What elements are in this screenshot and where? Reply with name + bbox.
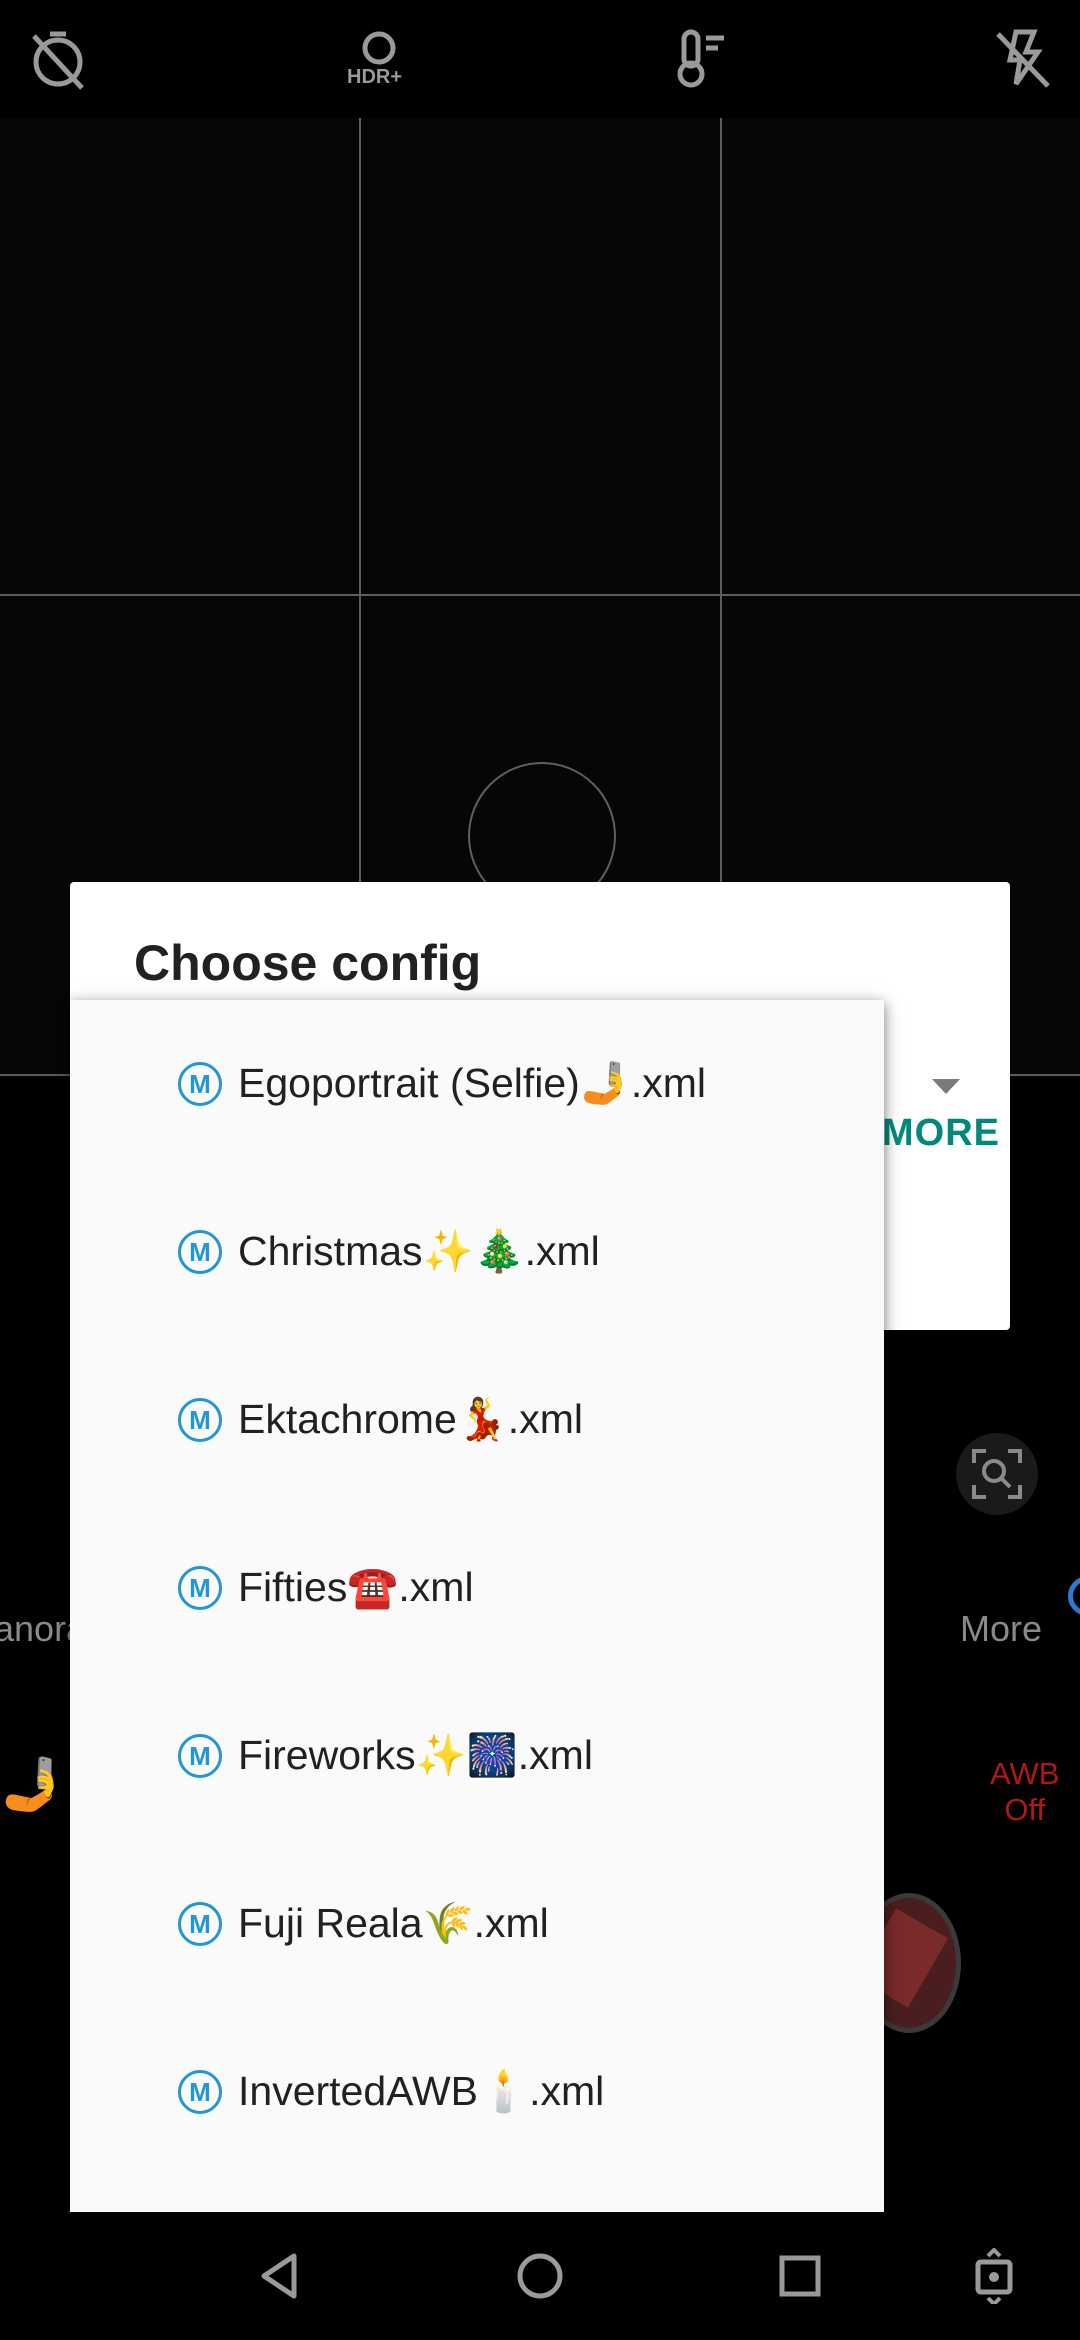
camera-top-toolbar: HDR+ — [0, 0, 1080, 118]
awb-value: Off — [1004, 1792, 1046, 1827]
selfie-emoji: 🤳 — [0, 1756, 65, 1814]
m-badge-icon: M — [178, 2070, 222, 2114]
list-item[interactable]: M Ektachrome💃.xml — [70, 1336, 884, 1504]
grid-line — [0, 594, 1080, 596]
hdr-label: HDR+ — [347, 66, 403, 88]
item-label: Christmas✨🎄.xml — [238, 1228, 600, 1274]
awb-label: AWB — [990, 1756, 1060, 1791]
item-label: Fifties☎️.xml — [238, 1564, 474, 1610]
item-label: Fuji Reala🌾.xml — [238, 1900, 549, 1946]
item-label: Egoportrait (Selfie)🤳.xml — [238, 1060, 707, 1106]
more-button[interactable]: MORE — [882, 1112, 1000, 1155]
recents-icon[interactable] — [772, 2248, 828, 2304]
list-item[interactable]: M Fireworks✨🎆.xml — [70, 1672, 884, 1840]
back-icon[interactable] — [252, 2248, 308, 2304]
dialog-title: Choose config — [134, 935, 482, 991]
flash-off-icon[interactable] — [986, 22, 1058, 94]
m-badge-icon: M — [178, 1566, 222, 1610]
list-item[interactable]: M Christmas✨🎄.xml — [70, 1168, 884, 1336]
list-item[interactable]: M Fifties☎️.xml — [70, 1504, 884, 1672]
list-item[interactable]: M Egoportrait (Selfie)🤳.xml — [70, 1000, 884, 1168]
mode-more-label[interactable]: More — [960, 1608, 1042, 1650]
m-badge-icon: M — [178, 1902, 222, 1946]
item-label: InvertedAWB🕯️.xml — [238, 2068, 605, 2114]
m-badge-icon: M — [178, 1230, 222, 1274]
temperature-icon[interactable] — [666, 22, 738, 94]
dropdown-arrow-icon[interactable] — [932, 1079, 960, 1094]
hdr-plus-icon[interactable]: HDR+ — [343, 22, 415, 94]
lens-search-button[interactable] — [956, 1433, 1038, 1515]
m-badge-icon: M — [178, 1734, 222, 1778]
lens-search-icon — [972, 1449, 1022, 1499]
m-badge-icon: M — [178, 1398, 222, 1442]
awb-status[interactable]: AWB Off — [990, 1756, 1059, 1828]
home-icon[interactable] — [512, 2248, 568, 2304]
item-label: Ektachrome💃.xml — [238, 1396, 583, 1442]
item-label: Fireworks✨🎆.xml — [238, 1732, 593, 1778]
system-navigation-bar — [0, 2212, 1080, 2340]
list-item[interactable]: M InvertedAWB🕯️.xml — [70, 2008, 884, 2176]
list-item[interactable]: M Fuji Reala🌾.xml — [70, 1840, 884, 2008]
m-badge-icon: M — [178, 1062, 222, 1106]
mode-indicator-dot — [1068, 1576, 1080, 1616]
timer-off-icon[interactable] — [22, 22, 94, 94]
rotate-icon[interactable] — [966, 2247, 1022, 2307]
config-dropdown-list: M Egoportrait (Selfie)🤳.xml M Christmas✨… — [70, 1000, 884, 2212]
